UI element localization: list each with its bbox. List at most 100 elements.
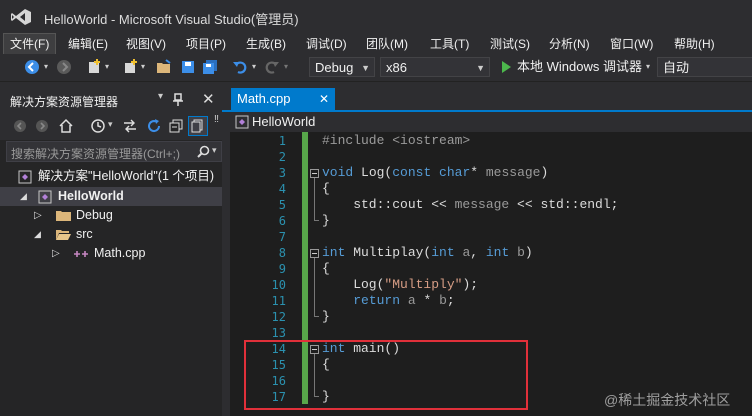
save-icon[interactable] [180, 59, 196, 75]
code-line: int Multiplay(int a, int b) [322, 245, 533, 260]
back-dropdown-icon[interactable]: ▾ [42, 58, 50, 76]
fold-toggle-icon[interactable] [310, 169, 319, 178]
menu-tools[interactable]: 工具(T) [424, 34, 475, 54]
show-all-files-icon[interactable] [188, 116, 208, 136]
undo-dropdown-icon[interactable]: ▾ [250, 58, 258, 76]
tree-item-label: 解决方案"HelloWorld"(1 个项目) [38, 169, 215, 183]
sync-with-active-document-icon[interactable] [122, 118, 138, 134]
folder-open-icon [56, 230, 71, 240]
refresh-icon[interactable] [146, 118, 162, 134]
search-options-dropdown-icon[interactable]: ▾ [212, 145, 217, 156]
line-number: 7 [278, 230, 286, 244]
tree-item-project[interactable]: ◢ HelloWorld [0, 187, 222, 206]
code-line: { [322, 181, 330, 196]
line-number: 1 [278, 134, 286, 148]
tree-item-file-math-cpp[interactable]: ▷ Math.cpp [0, 244, 222, 263]
menu-test[interactable]: 测试(S) [484, 34, 536, 54]
menu-bar: 文件(F) 编辑(E) 视图(V) 项目(P) 生成(B) 调试(D) 团队(M… [0, 33, 752, 55]
line-number: 9 [278, 262, 286, 276]
project-scope-dropdown[interactable]: HelloWorld [252, 114, 315, 129]
solution-icon [18, 170, 32, 184]
expanded-arrow-icon[interactable]: ◢ [34, 225, 41, 244]
new-project-icon[interactable] [86, 59, 102, 75]
menu-project[interactable]: 项目(P) [180, 34, 232, 54]
new-project-dropdown-icon[interactable]: ▾ [103, 58, 111, 76]
save-all-icon[interactable] [202, 59, 218, 75]
solution-configuration-select[interactable]: Debug ▼ [309, 57, 375, 77]
watermark: @稀土掘金技术社区 [604, 392, 731, 408]
menu-analyze[interactable]: 分析(N) [543, 34, 596, 54]
window-title: HelloWorld - Microsoft Visual Studio(管理员… [44, 12, 299, 27]
forward-icon[interactable] [34, 118, 50, 134]
menu-file[interactable]: 文件(F) [2, 33, 57, 55]
add-item-icon[interactable] [122, 59, 138, 75]
redo-icon[interactable] [264, 59, 280, 75]
menu-help[interactable]: 帮助(H) [668, 34, 721, 54]
back-icon[interactable] [12, 118, 28, 134]
line-number: 12 [271, 310, 286, 324]
tab-math-cpp[interactable]: Math.cpp ✕ [231, 88, 335, 110]
open-file-icon[interactable] [156, 59, 172, 75]
tab-label: Math.cpp [237, 91, 291, 106]
tree-item-label: src [76, 227, 93, 241]
fold-guide [314, 178, 315, 220]
line-number: 8 [278, 246, 286, 260]
add-item-dropdown-icon[interactable]: ▾ [139, 58, 147, 76]
pin-icon[interactable] [172, 93, 184, 107]
code-line: #include <iostream> [322, 133, 471, 148]
home-icon[interactable] [58, 118, 74, 134]
tree-item-folder-debug[interactable]: ▷ Debug [0, 206, 222, 225]
fold-toggle-icon[interactable] [310, 249, 319, 258]
solution-explorer-toolbar: ▾ ‼ [0, 112, 222, 140]
start-debugging-button[interactable]: 本地 Windows 调试器 [517, 58, 647, 76]
menu-debug[interactable]: 调试(D) [300, 34, 353, 54]
window-position-dropdown-icon[interactable]: ▾ [158, 91, 163, 102]
tree-item-solution[interactable]: 解决方案"HelloWorld"(1 个项目) [0, 167, 222, 186]
debug-mode-select[interactable]: 自动 [657, 57, 752, 77]
tree-item-label: Math.cpp [94, 246, 146, 260]
line-number: 6 [278, 214, 286, 228]
solution-explorer-title: 解决方案资源管理器 [10, 95, 119, 109]
menu-build[interactable]: 生成(B) [240, 34, 292, 54]
tree-item-folder-src[interactable]: ◢ src [0, 225, 222, 244]
filter-dropdown-icon[interactable]: ▾ [108, 119, 113, 130]
search-placeholder: 搜索解决方案资源管理器(Ctrl+;) [11, 147, 180, 161]
collapsed-arrow-icon[interactable]: ▷ [34, 206, 42, 225]
navigation-bar: HelloWorld [230, 112, 752, 133]
chevron-down-icon: ▼ [361, 63, 370, 73]
standard-toolbar: ▾ ▾ ▾ ▾ ▾ Debug ▼ x86 ▼ 本地 Windows 调试器 ▾… [0, 54, 752, 82]
back-icon[interactable] [24, 59, 40, 75]
solution-explorer-header: 解决方案资源管理器 ▾ ✕ [0, 88, 222, 112]
collapse-all-icon[interactable] [168, 118, 184, 134]
debug-mode-value: 自动 [663, 60, 690, 75]
tree-item-label: HelloWorld [58, 189, 124, 203]
fold-guide [314, 258, 315, 316]
forward-icon[interactable] [56, 59, 72, 75]
more-options-icon[interactable]: ‼ [214, 114, 219, 125]
search-icon[interactable] [197, 145, 210, 158]
debug-target-dropdown-icon[interactable]: ▾ [644, 58, 652, 76]
menu-view[interactable]: 视图(V) [120, 34, 172, 54]
menu-window[interactable]: 窗口(W) [604, 34, 659, 54]
redo-dropdown-icon[interactable]: ▾ [282, 58, 290, 76]
line-number: 13 [271, 326, 286, 340]
document-tab-strip: Math.cpp ✕ [222, 88, 752, 112]
solution-platform-select[interactable]: x86 ▼ [380, 57, 490, 77]
close-icon[interactable]: ✕ [319, 88, 329, 110]
solution-explorer-search-input[interactable]: 搜索解决方案资源管理器(Ctrl+;) ▾ [6, 141, 222, 162]
line-number: 2 [278, 150, 286, 164]
menu-edit[interactable]: 编辑(E) [62, 34, 114, 54]
start-debugging-icon[interactable] [498, 59, 514, 75]
menu-team[interactable]: 团队(M) [360, 34, 414, 54]
fold-guide-end [314, 316, 319, 317]
solution-configuration-value: Debug [315, 60, 354, 75]
close-icon[interactable]: ✕ [202, 90, 215, 108]
code-line: } [322, 309, 330, 324]
collapsed-arrow-icon[interactable]: ▷ [52, 244, 60, 263]
expanded-arrow-icon[interactable]: ◢ [20, 187, 27, 206]
pending-changes-filter-icon[interactable] [90, 118, 106, 134]
chevron-down-icon: ▼ [476, 63, 485, 73]
line-number: 4 [278, 182, 286, 196]
undo-icon[interactable] [232, 59, 248, 75]
line-number: 10 [271, 278, 286, 292]
